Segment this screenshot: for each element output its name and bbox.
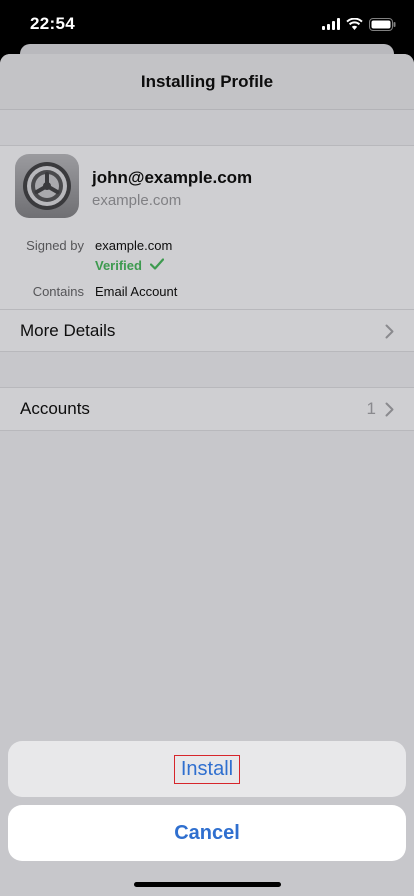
page-title: Installing Profile — [140, 72, 274, 91]
profile-domain: example.com — [92, 192, 182, 209]
signed-by-label: Signed by — [26, 238, 84, 253]
accounts-count: 1 — [366, 399, 376, 418]
contains-label: Contains — [32, 284, 84, 299]
battery-icon — [369, 17, 396, 31]
home-indicator[interactable] — [134, 882, 281, 887]
wifi-icon — [346, 18, 363, 30]
chevron-right-icon[interactable] — [385, 324, 394, 344]
cancel-label[interactable]: Cancel — [174, 822, 240, 845]
signed-by-value: example.com — [95, 238, 173, 253]
verified-status: Verified — [95, 258, 165, 273]
status-icons — [322, 16, 396, 32]
contains-value: Email Account — [95, 284, 178, 299]
more-details-label[interactable]: More Details — [20, 321, 115, 341]
profile-name: john@example.com — [92, 168, 253, 187]
cellular-signal-icon — [322, 18, 340, 30]
nav-header: Installing Profile — [0, 54, 414, 110]
status-bar: 22:54 — [0, 0, 414, 46]
cancel-button[interactable]: Cancel — [8, 805, 406, 861]
profile-summary-group: john@example.com example.com Signed by e… — [0, 145, 414, 352]
accounts-label: Accounts — [20, 399, 90, 418]
status-time: 22:54 — [30, 14, 75, 33]
verified-label: Verified — [95, 258, 142, 273]
chevron-right-icon — [385, 402, 394, 422]
divider — [0, 309, 414, 310]
settings-gear-icon — [15, 154, 79, 218]
checkmark-icon — [149, 258, 165, 273]
accounts-row[interactable]: Accounts 1 — [0, 387, 414, 431]
install-label[interactable]: Install — [173, 754, 241, 784]
install-button[interactable]: Install — [8, 741, 406, 797]
